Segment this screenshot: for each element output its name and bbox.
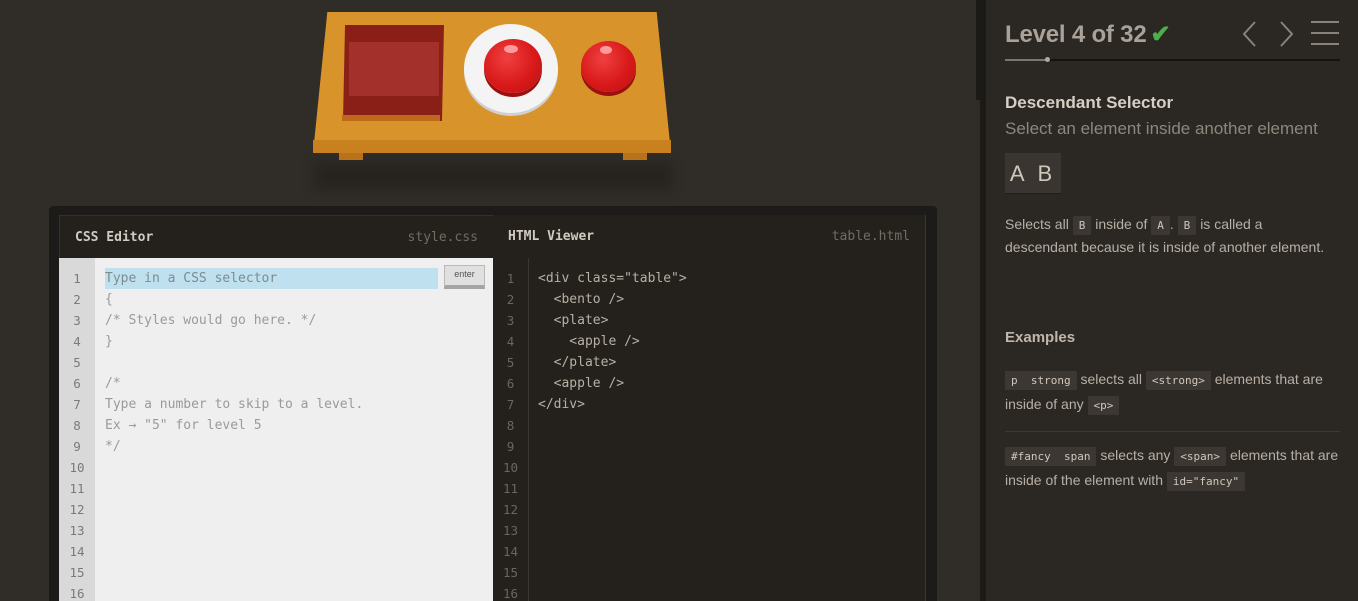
line-number: 5 [506,355,515,370]
example-1: p strong selects all <strong> elements t… [1005,367,1340,417]
line-number: 14 [69,544,85,559]
apple-on-plate[interactable] [484,39,542,93]
line-number: 1 [73,271,81,286]
code-line: <plate> [538,313,609,328]
code-line: } [105,334,113,349]
line-number: 10 [502,460,519,475]
line-number: 4 [73,334,81,349]
hamburger-menu-icon[interactable] [1311,21,1339,47]
level-indicator: Level 4 of 32 ✔ [1005,20,1171,49]
line-number: 14 [502,544,519,559]
line-number: 4 [506,334,515,349]
line-number: 12 [502,502,519,517]
code-line: </div> [538,397,585,412]
code-line: Type a number to skip to a level. [105,397,364,412]
line-number: 6 [73,376,81,391]
css-line-numbers: 1 2 3 4 5 6 7 8 9 10 11 12 13 14 15 16 [59,258,95,601]
line-number: 11 [502,481,519,496]
scrollbar-thumb[interactable] [975,100,980,601]
line-number: 7 [506,397,515,412]
check-icon: ✔ [1150,21,1171,48]
chevron-right-icon [1280,21,1294,47]
line-number: 16 [502,586,519,601]
selector-syntax: A B [1005,153,1061,194]
example-divider [1005,431,1340,432]
code-line: */ [105,439,121,454]
example-2: #fancy span selects any <span> elements … [1005,443,1340,493]
editor: CSS Editor style.css 1 2 3 4 5 6 7 8 9 10 11 12 13 14… [49,206,937,601]
line-number: 16 [69,586,85,601]
line-number: 7 [73,397,81,412]
sidebar: Level 4 of 32 ✔ Descendant Selector Selec… [986,0,1358,601]
code-line: <apple /> [538,334,640,349]
html-code[interactable]: <div class="table"> <bento /> <plate> <a… [538,258,925,415]
line-number: 11 [69,481,85,496]
selector-name: Descendant Selector [1005,93,1174,112]
line-number: 2 [73,292,81,307]
line-number: 12 [69,502,85,517]
line-number: 8 [506,418,515,433]
code-line: <apple /> [538,376,625,391]
selector-description: Selects all B inside of A. B is called a… [1005,216,1325,255]
line-number: 13 [502,523,519,538]
line-number: 5 [73,355,81,370]
examples-heading: Examples [1005,329,1076,346]
code-line: </plate> [538,355,617,370]
code-line: { [105,292,113,307]
line-number: 15 [69,565,85,580]
line-number: 9 [73,439,81,454]
game-area: CSS Editor style.css 1 2 3 4 5 6 7 8 9 10 11 12 13 14… [0,0,976,601]
next-level-button[interactable] [1275,20,1297,48]
enter-button[interactable]: enter [444,265,485,289]
previous-level-button[interactable] [1239,20,1261,48]
game-table [313,12,673,190]
code-line: Ex → "5" for level 5 [105,418,262,433]
line-number: 3 [506,313,515,328]
line-number: 10 [69,460,85,475]
html-file-name: table.html [831,229,910,244]
code-line: /* Styles would go here. */ [105,313,317,328]
level-progress-bar [1005,57,1340,62]
code-line: <bento /> [538,292,625,307]
line-number: 2 [506,292,515,307]
css-file-name: style.css [407,229,478,245]
css-editor-title: CSS Editor [75,229,154,245]
line-number: 15 [502,565,519,580]
line-number: 13 [69,523,85,538]
line-number: 8 [73,418,81,433]
code-line: /* [105,376,121,391]
html-viewer-pane: HTML Viewer table.html 1 2 3 4 5 6 7 8 9 10 11 12 13… [493,215,926,601]
level-text: Level 4 of 32 [1005,21,1147,48]
line-number: 1 [506,271,515,286]
line-number: 3 [73,313,81,328]
css-editor-pane: CSS Editor style.css 1 2 3 4 5 6 7 8 9 10 11 12 13 14… [59,215,493,601]
html-line-numbers: 1 2 3 4 5 6 7 8 9 10 11 12 13 14 15 16 [493,258,529,601]
html-viewer-title: HTML Viewer [508,229,595,244]
line-number: 6 [506,376,515,391]
code-line: <div class="table"> [538,271,687,286]
chevron-left-icon [1242,21,1256,47]
selector-subtitle: Select an element inside another element [1005,119,1318,138]
css-selector-input[interactable] [105,268,438,289]
line-number: 9 [506,439,515,454]
apple[interactable] [581,41,636,92]
